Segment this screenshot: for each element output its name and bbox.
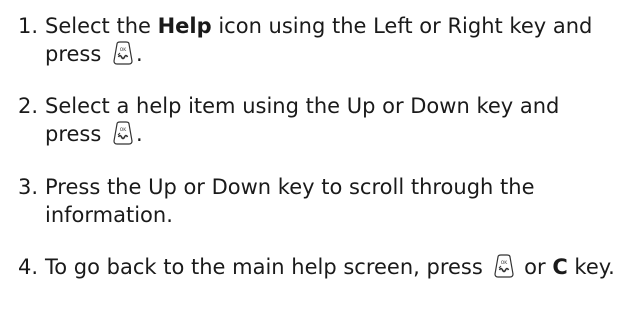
step-number: 2. xyxy=(18,94,39,118)
svg-text:OK: OK xyxy=(120,47,128,53)
step-text-part: or xyxy=(517,255,553,279)
step-2: 2. Select a help item using the Up or Do… xyxy=(18,92,618,148)
step-number: 3. xyxy=(18,175,39,199)
step-text-part: . xyxy=(135,42,143,66)
step-text-part: Select the xyxy=(45,14,158,38)
step-number: 4. xyxy=(18,255,39,279)
c-key-keyword: C xyxy=(552,255,568,279)
ok-key-icon: OK xyxy=(112,41,134,66)
step-text: Select a help item using the Up or Down … xyxy=(45,92,620,148)
svg-text:OK: OK xyxy=(501,260,509,266)
svg-text:OK: OK xyxy=(120,127,128,133)
ok-key-icon: OK xyxy=(493,254,515,279)
step-1: 1. Select the Help icon using the Left o… xyxy=(18,12,618,68)
step-number: 1. xyxy=(18,14,39,38)
step-text: Select the Help icon using the Left or R… xyxy=(45,12,620,68)
step-text-part: To go back to the main help screen, pres… xyxy=(45,255,490,279)
step-3: 3. Press the Up or Down key to scroll th… xyxy=(18,173,618,229)
step-text: Press the Up or Down key to scroll throu… xyxy=(45,175,535,227)
step-text: To go back to the main help screen, pres… xyxy=(45,253,620,281)
step-text-part: key. xyxy=(567,255,615,279)
step-text-part: . xyxy=(135,122,143,146)
ok-key-icon: OK xyxy=(112,121,134,146)
step-4: 4. To go back to the main help screen, p… xyxy=(18,253,618,281)
help-keyword: Help xyxy=(157,14,212,38)
